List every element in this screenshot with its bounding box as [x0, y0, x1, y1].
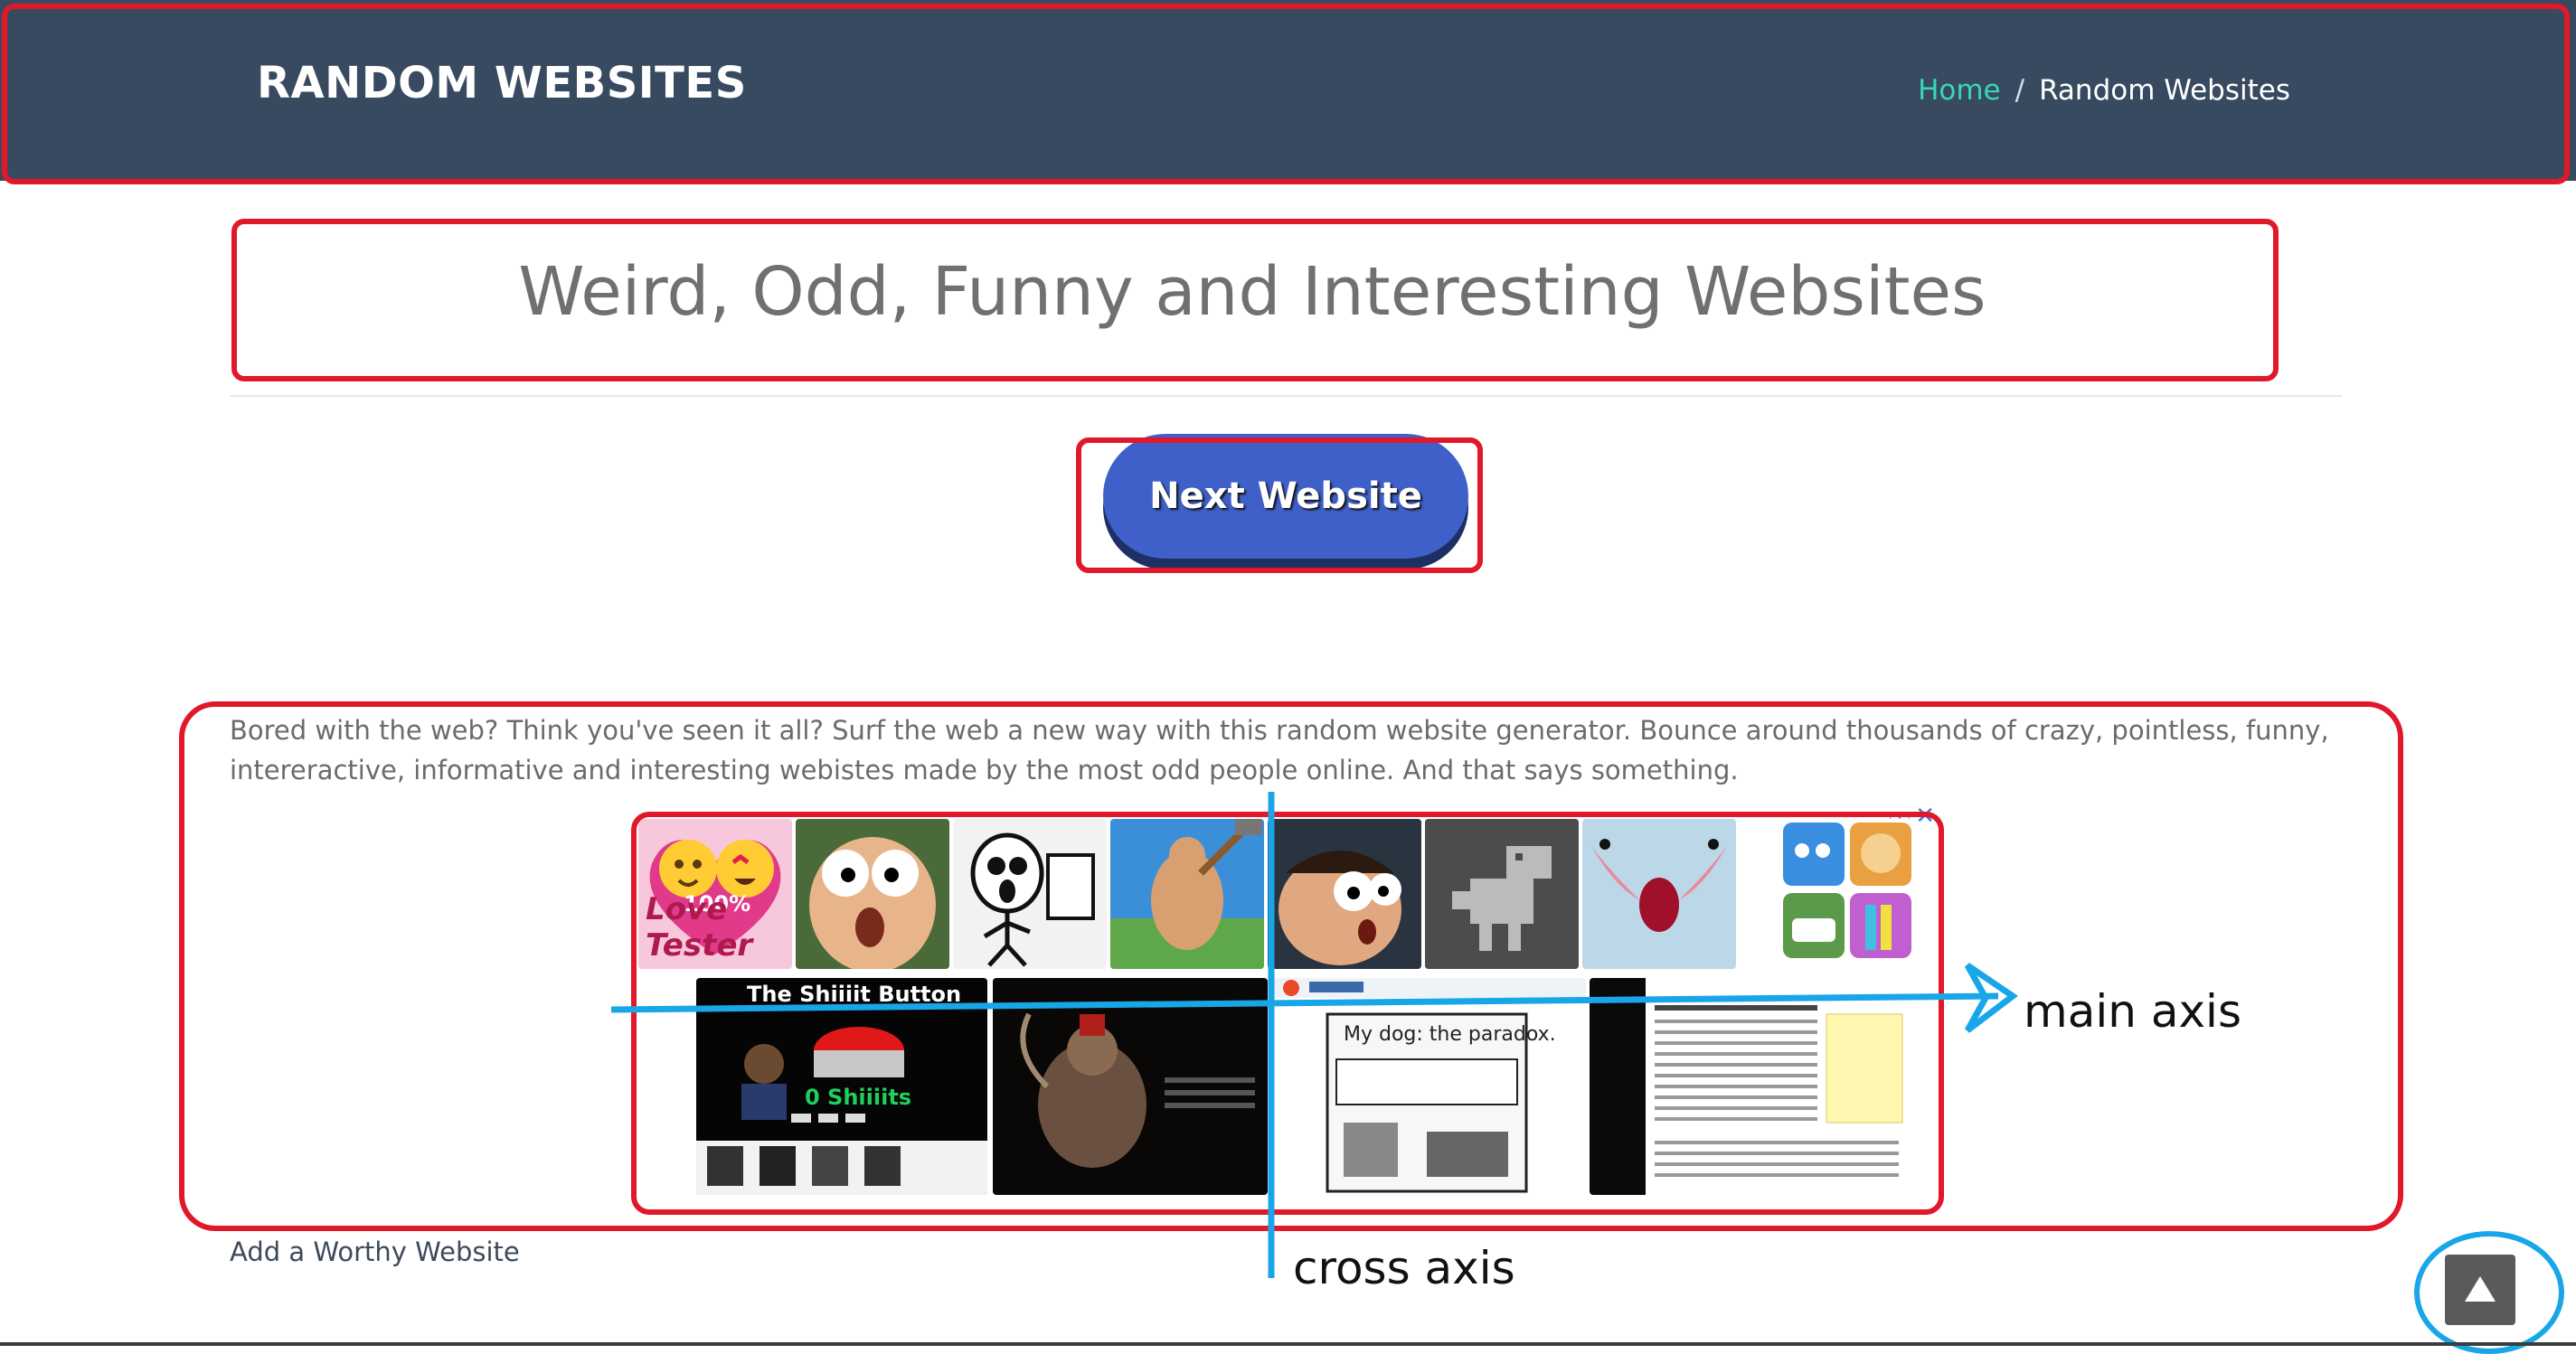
bottom-edge: [0, 1342, 2576, 1346]
thumbnail-shiiiit-button[interactable]: The Shiiiit Button 0 Shiiiits: [696, 978, 987, 1195]
text-article-icon: [1590, 978, 1903, 1195]
love-tester-caption: Love Tester: [646, 891, 753, 964]
breadcrumb-separator: /: [2015, 74, 2025, 107]
add-worthy-website-link[interactable]: Add a Worthy Website: [230, 1236, 520, 1267]
pixel-dino-icon: [1425, 819, 1579, 969]
cartoon-face-2-icon: [1279, 851, 1401, 965]
fez-creature-icon: [1020, 1012, 1255, 1168]
oatmeal-comic-icon: [1273, 978, 1586, 1193]
breadcrumb-current: Random Websites: [2039, 74, 2290, 107]
thumbnail-text-article[interactable]: [1590, 978, 1917, 1195]
thumbnail-tongue-creature[interactable]: [1582, 819, 1736, 969]
oatmeal-comic-title: My dog: the paradox.: [1344, 1023, 1556, 1046]
site-header: RANDOM WEBSITES Home / Random Websites: [0, 0, 2576, 181]
main-axis-label: main axis: [2024, 985, 2241, 1038]
game-icons-icon: [1783, 823, 1911, 958]
thumbnail-stick-figure[interactable]: [953, 819, 1107, 969]
next-website-button[interactable]: Next Website: [1103, 434, 1468, 559]
cartoon-face-icon: [809, 837, 936, 969]
arrow-up-icon: [2465, 1276, 2496, 1302]
thumbnail-cartoon-face-2[interactable]: [1268, 819, 1421, 969]
heading-divider: [230, 395, 2342, 397]
shiiiit-counter: 0 Shiiiits: [805, 1085, 912, 1110]
hammer-climber-icon: [1110, 819, 1264, 969]
thumbnail-fez-creature[interactable]: [993, 978, 1268, 1195]
thumbnail-cartoon-face[interactable]: [796, 819, 949, 969]
stick-figure-icon: [970, 832, 1095, 967]
breadcrumb: Home / Random Websites: [1918, 74, 2290, 107]
tongue-creature-icon: [1591, 839, 1727, 932]
thumbnail-hammer-climber[interactable]: [1110, 819, 1264, 969]
main-axis-arrowhead: [1964, 963, 2018, 1033]
thumbnail-love-tester[interactable]: 100% Love Tester: [638, 819, 792, 969]
breadcrumb-home-link[interactable]: Home: [1918, 74, 2001, 107]
thumbnail-pixel-dino[interactable]: [1425, 819, 1579, 969]
cross-axis-label: cross axis: [1293, 1242, 1515, 1294]
ad-thumbnail-grid: ⓘ ✕ 100% Love Tester: [633, 803, 1939, 1202]
page-heading: Weird, Odd, Funny and Interesting Websit…: [518, 253, 1986, 331]
thumbnail-game-icons[interactable]: [1779, 819, 1915, 969]
ad-close-icon[interactable]: ✕: [1915, 803, 1935, 830]
thumbnail-oatmeal-comic[interactable]: My dog: the paradox.: [1273, 978, 1586, 1195]
intro-text: Bored with the web? Think you've seen it…: [230, 715, 2329, 785]
site-title[interactable]: RANDOM WEBSITES: [257, 58, 747, 108]
scroll-to-top-button[interactable]: [2445, 1255, 2515, 1325]
